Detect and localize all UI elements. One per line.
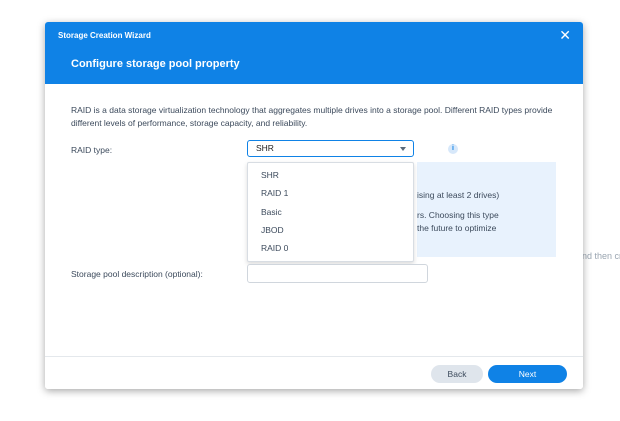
- raid-option-shr[interactable]: SHR: [261, 170, 279, 180]
- raid-option-jbod[interactable]: JBOD: [261, 225, 284, 235]
- info-panel-line: the future to optimize: [417, 223, 497, 233]
- raid-type-select[interactable]: SHR: [247, 140, 414, 157]
- back-button[interactable]: Back: [431, 365, 483, 383]
- raid-option-raid-0[interactable]: RAID 0: [261, 243, 288, 253]
- info-panel-line: ising at least 2 drives): [417, 190, 500, 200]
- wizard-title: Storage Creation Wizard: [58, 31, 151, 40]
- raid-type-label: RAID type:: [71, 145, 113, 155]
- pool-description-input[interactable]: [247, 264, 428, 283]
- raid-type-dropdown-menu: SHR RAID 1 Basic JBOD RAID 0: [247, 162, 414, 262]
- close-icon[interactable]: ✕: [559, 27, 571, 43]
- background-text: nd then cr: [582, 251, 620, 261]
- wizard-footer: Back Next: [45, 356, 583, 389]
- raid-description: RAID is a data storage virtualization te…: [71, 105, 553, 128]
- raid-option-basic[interactable]: Basic: [261, 207, 282, 217]
- raid-option-raid-1[interactable]: RAID 1: [261, 188, 288, 198]
- raid-type-selected-value: SHR: [256, 143, 274, 153]
- info-icon[interactable]: i: [448, 144, 458, 154]
- chevron-down-icon: [400, 147, 406, 151]
- pool-description-label: Storage pool description (optional):: [71, 269, 203, 279]
- page-title: Configure storage pool property: [71, 58, 240, 70]
- wizard-header: Storage Creation Wizard ✕ Configure stor…: [45, 22, 583, 84]
- storage-creation-wizard-dialog: Storage Creation Wizard ✕ Configure stor…: [45, 22, 583, 389]
- raid-info-panel: ising at least 2 drives) rs. Choosing th…: [417, 162, 556, 257]
- next-button[interactable]: Next: [488, 365, 567, 383]
- info-panel-line: rs. Choosing this type: [417, 210, 499, 220]
